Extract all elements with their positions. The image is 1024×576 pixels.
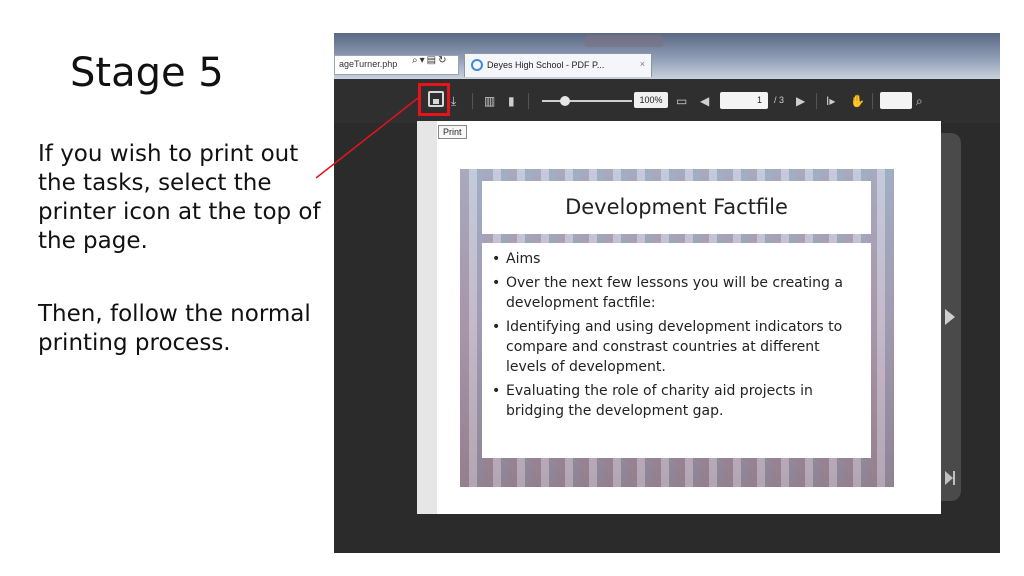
pointer-arrow	[315, 97, 419, 179]
pointer-line	[315, 97, 419, 179]
